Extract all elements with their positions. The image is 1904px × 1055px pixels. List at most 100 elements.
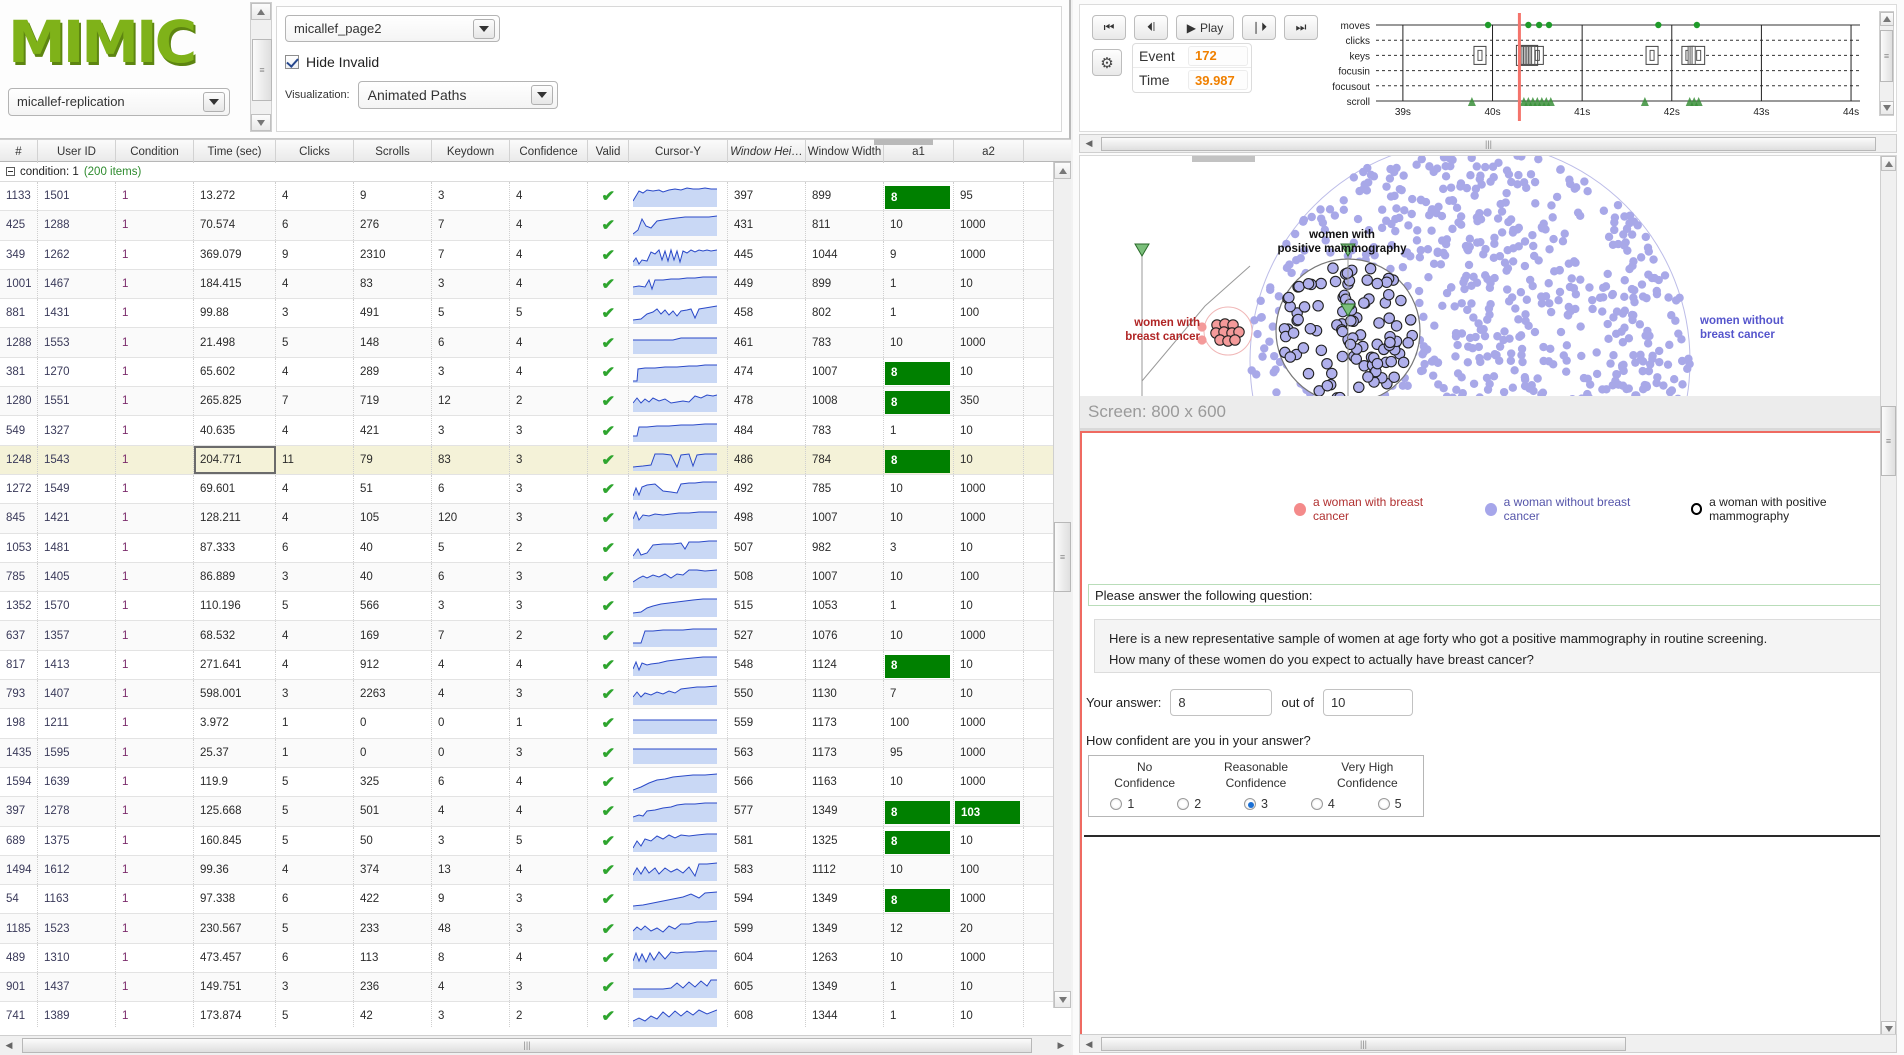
database-select[interactable]: micallef-replication — [8, 88, 230, 116]
radio-button[interactable] — [1177, 798, 1190, 810]
settings-gear-button[interactable]: ⚙ — [1092, 49, 1122, 76]
chevron-down-icon[interactable] — [530, 85, 553, 105]
scrollbar-thumb[interactable]: ||| — [1101, 1037, 1626, 1051]
radio-button[interactable] — [1310, 798, 1323, 810]
scroll-left-icon[interactable]: ◀ — [1080, 135, 1098, 153]
scrollbar-thumb[interactable]: ||| — [22, 1038, 1032, 1053]
stage-drag-strip[interactable] — [1192, 156, 1255, 162]
chevron-down-icon[interactable] — [203, 92, 225, 112]
table-row[interactable]: 1435 1595 1 25.37 1 0 0 3 ✔ 563 1173 95 1000 — [0, 738, 1071, 768]
table-row[interactable]: 1053 1481 1 87.333 6 40 5 2 ✔ 507 982 3 10 — [0, 533, 1071, 563]
table-row[interactable]: 198 1211 1 3.972 1 0 0 1 ✔ 559 1173 100 1000 — [0, 709, 1071, 739]
column-drag-indicator[interactable] — [874, 139, 933, 145]
table-row[interactable]: 689 1375 1 160.845 5 50 3 5 ✔ 581 1325 8 10 — [0, 826, 1071, 856]
table-row[interactable]: 1248 1543 1 204.771 11 79 83 3 ✔ 486 784 8 10 — [0, 445, 1071, 475]
visualization-select[interactable]: Animated Paths — [357, 81, 558, 109]
table-group-row[interactable]: condition: 1 (200 items) — [0, 162, 1071, 182]
table-row[interactable]: 1594 1639 1 119.9 5 325 6 4 ✔ 566 1163 10 1000 — [0, 767, 1071, 798]
page-select[interactable]: micallef_page2 — [285, 15, 500, 42]
column-header-wh[interactable]: Window Hei… — [728, 140, 806, 163]
table-row[interactable]: 1272 1549 1 69.601 4 51 6 3 ✔ 492 785 10 1000 — [0, 474, 1071, 505]
table-row[interactable]: 1352 1570 1 110.196 5 566 3 3 ✔ 515 1053 1 10 — [0, 592, 1071, 622]
scrollbar-thumb[interactable]: ≡ — [252, 39, 272, 101]
column-header-ww[interactable]: Window Width — [806, 140, 884, 163]
stage-vertical-scrollbar[interactable]: ≡ — [1880, 156, 1896, 1036]
step-fwd-button[interactable]: ❘⏵ — [1242, 15, 1276, 40]
table-row[interactable]: 1280 1551 1 265.825 7 719 12 2 ✔ 478 1008 8 350 — [0, 387, 1071, 417]
answer-input[interactable]: 8 — [1170, 689, 1273, 716]
column-header-valid[interactable]: Valid — [588, 140, 629, 163]
step-back-button[interactable]: ⏴❘ — [1134, 15, 1168, 40]
table-row[interactable]: 637 1357 1 68.532 4 169 7 2 ✔ 527 1076 10 1000 — [0, 621, 1071, 651]
scroll-up-icon[interactable] — [1880, 12, 1894, 26]
event-timeline-chart[interactable]: moves clicks keys focusin focusout scroll 39s 4… — [1298, 9, 1878, 123]
scrollbar-thumb[interactable]: ≡ — [1880, 30, 1893, 82]
chevron-down-icon[interactable] — [473, 19, 495, 39]
radio-button[interactable] — [1110, 798, 1123, 810]
scroll-down-icon[interactable] — [1054, 991, 1071, 1008]
scroll-down-icon[interactable] — [1880, 101, 1894, 115]
scrollbar-thumb[interactable]: ≡ — [1054, 522, 1071, 592]
visualization-stage[interactable]: women with positive mammography women with… — [1079, 155, 1897, 1050]
visualization-top-scrollbar[interactable]: ◀ ||| — [1079, 134, 1897, 153]
confidence-option-3[interactable]: 3 — [1223, 797, 1290, 811]
table-row[interactable]: 54 1163 1 97.338 6 422 9 3 ✔ 594 1349 8 1000 — [0, 885, 1071, 915]
table-row[interactable]: 1185 1523 1 230.567 5 233 48 3 ✔ 599 1349 12 20 — [0, 914, 1071, 944]
table-row[interactable]: 785 1405 1 86.889 3 40 6 3 ✔ 508 1007 10 100 — [0, 562, 1071, 593]
radio-button[interactable] — [1244, 798, 1257, 810]
visualization-bottom-scrollbar[interactable]: ◀ ||| — [1079, 1034, 1897, 1053]
table-row[interactable]: 881 1431 1 99.88 3 491 5 5 ✔ 458 802 1 100 — [0, 299, 1071, 329]
table-row[interactable]: 1288 1553 1 21.498 5 148 6 4 ✔ 461 783 10 1000 — [0, 328, 1071, 358]
column-header-cond[interactable]: Condition — [116, 140, 194, 163]
scroll-up-icon[interactable] — [1054, 162, 1071, 179]
table-row[interactable]: 549 1327 1 40.635 4 421 3 3 ✔ 484 783 1 10 — [0, 416, 1071, 446]
confidence-option-1[interactable]: 1 — [1089, 797, 1156, 811]
scroll-right-icon[interactable]: ▶ — [1052, 1037, 1070, 1055]
table-row[interactable]: 741 1389 1 173.874 5 42 3 2 ✔ 608 1344 1 10 — [0, 1002, 1071, 1028]
skip-start-button[interactable]: ⏮ — [1092, 15, 1126, 40]
confidence-option-4[interactable]: 4 — [1289, 797, 1356, 811]
scroll-up-icon[interactable] — [251, 3, 271, 20]
table-row[interactable]: 1133 1501 1 13.272 4 9 3 4 ✔ 397 899 8 95 — [0, 182, 1071, 212]
table-row[interactable]: 381 1270 1 65.602 4 289 3 4 ✔ 474 1007 8 10 — [0, 357, 1071, 388]
collapse-icon[interactable] — [6, 167, 15, 176]
confidence-option-2[interactable]: 2 — [1156, 797, 1223, 811]
table-row[interactable]: 349 1262 1 369.079 9 2310 7 4 ✔ 445 1044 9 1000 — [0, 240, 1071, 270]
event-value[interactable]: 172 — [1188, 45, 1248, 66]
table-row[interactable]: 793 1407 1 598.001 3 2263 4 3 ✔ 550 1130 7 10 — [0, 680, 1071, 710]
column-header-clicks[interactable]: Clicks — [276, 140, 354, 163]
out-of-input[interactable]: 10 — [1322, 689, 1413, 716]
column-header-conf[interactable]: Confidence — [510, 140, 588, 163]
play-button[interactable]: ▶ Play — [1176, 15, 1234, 40]
scroll-down-icon[interactable] — [251, 114, 271, 131]
table-horizontal-scrollbar[interactable]: ◀ ||| ▶ — [0, 1035, 1071, 1055]
hide-invalid-checkbox-row[interactable]: Hide Invalid — [285, 54, 379, 70]
column-header-cury[interactable]: Cursor-Y — [629, 140, 728, 163]
table-row[interactable]: 1001 1467 1 184.415 4 83 3 4 ✔ 449 899 1 10 — [0, 269, 1071, 300]
column-header-time[interactable]: Time (sec) — [194, 140, 276, 163]
table-row[interactable]: 817 1413 1 271.641 4 912 4 4 ✔ 548 1124 8 10 — [0, 650, 1071, 681]
scrollbar-thumb[interactable]: ≡ — [1881, 406, 1896, 476]
column-header-a2[interactable]: a2 — [954, 140, 1024, 163]
column-header-user[interactable]: User ID — [38, 140, 116, 163]
scroll-up-icon[interactable] — [1881, 156, 1896, 171]
radio-button[interactable] — [1377, 798, 1390, 810]
table-row[interactable]: 397 1278 1 125.668 5 501 4 4 ✔ 577 1349 8 103 — [0, 797, 1071, 827]
time-value[interactable]: 39.987 — [1188, 70, 1248, 90]
table-row[interactable]: 489 1310 1 473.457 6 113 8 4 ✔ 604 1263 10 1000 — [0, 943, 1071, 974]
scroll-left-icon[interactable]: ◀ — [1080, 1035, 1098, 1053]
table-row[interactable]: 425 1288 1 70.574 6 276 7 4 ✔ 431 811 10 1000 — [0, 211, 1071, 241]
scrollbar-thumb[interactable]: ||| — [1101, 137, 1876, 151]
confidence-option-5[interactable]: 5 — [1356, 797, 1423, 811]
left-header-scrollbar[interactable]: ≡ — [250, 2, 272, 132]
table-row[interactable]: 901 1437 1 149.751 3 236 4 3 ✔ 605 1349 1 10 — [0, 973, 1071, 1003]
table-row[interactable]: 1494 1612 1 99.36 4 374 13 4 ✔ 583 1112 10 100 — [0, 855, 1071, 886]
table-row[interactable]: 845 1421 1 128.211 4 105 120 3 ✔ 498 1007 10 1000 — [0, 504, 1071, 534]
column-header-num[interactable]: # — [0, 140, 38, 163]
column-header-keyd[interactable]: Keydown — [432, 140, 510, 163]
timeline-vertical-scrollbar[interactable]: ≡ — [1879, 11, 1894, 116]
column-header-scroll[interactable]: Scrolls — [354, 140, 432, 163]
hide-invalid-checkbox[interactable] — [285, 55, 299, 69]
scroll-left-icon[interactable]: ◀ — [0, 1037, 18, 1055]
table-vertical-scrollbar[interactable]: ≡ — [1053, 162, 1071, 1008]
